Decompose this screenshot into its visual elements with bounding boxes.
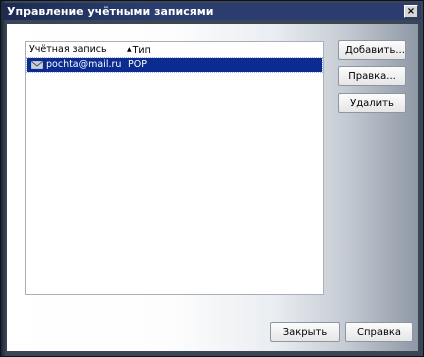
delete-account-button[interactable]: Удалить: [338, 93, 406, 113]
list-item[interactable]: pochta@mail.ru POP: [26, 57, 323, 73]
window-title: Управление учётными записями: [7, 5, 214, 18]
close-button[interactable]: Закрыть: [270, 322, 340, 342]
help-button[interactable]: Справка: [345, 322, 413, 342]
close-icon: ×: [406, 6, 416, 17]
edit-account-button[interactable]: Правка...: [338, 66, 406, 86]
accounts-list[interactable]: Учётная запись ▲Тип pochta@mail.ru POP: [25, 41, 324, 295]
column-header-type[interactable]: ▲Тип: [127, 44, 151, 56]
add-account-button[interactable]: Добавить...: [338, 40, 406, 60]
account-manager-dialog: Управление учётными записями × Учётная з…: [0, 0, 424, 357]
dialog-body: Учётная запись ▲Тип pochta@mail.ru POP Д…: [7, 24, 418, 351]
title-bar[interactable]: Управление учётными записями ×: [3, 3, 421, 20]
column-header-type-label: Тип: [132, 45, 151, 56]
sort-ascending-icon: ▲: [127, 46, 132, 53]
account-type: POP: [128, 59, 147, 70]
account-email: pochta@mail.ru: [46, 59, 122, 70]
column-header-account[interactable]: Учётная запись: [29, 44, 107, 56]
envelope-icon: [31, 61, 43, 69]
list-header: Учётная запись ▲Тип: [26, 42, 323, 57]
close-window-button[interactable]: ×: [404, 5, 418, 18]
column-header-account-label: Учётная запись: [29, 44, 107, 55]
